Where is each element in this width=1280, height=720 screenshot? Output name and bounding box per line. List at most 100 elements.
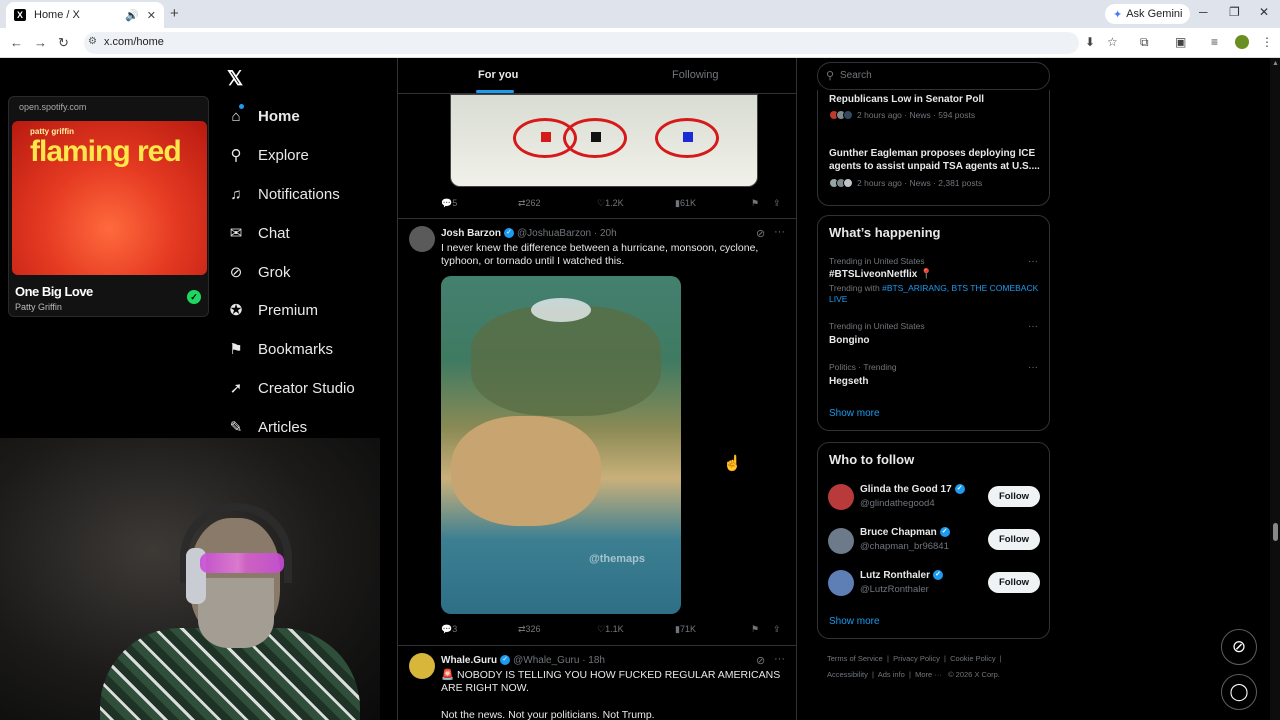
user-name[interactable]: Bruce Chapman ✓: [860, 527, 953, 538]
follow-button[interactable]: Follow: [988, 572, 1040, 593]
nav-bookmarks[interactable]: ⚑ Bookmarks: [228, 341, 333, 358]
section-title: Who to follow: [829, 452, 915, 467]
nav-creator-studio[interactable]: ➚ Creator Studio: [228, 380, 355, 397]
more-icon[interactable]: ···: [1028, 362, 1038, 373]
more-icon[interactable]: ···: [774, 226, 785, 238]
post-media[interactable]: [450, 94, 758, 187]
album-title: flaming red: [30, 135, 182, 168]
section-title: What’s happening: [829, 225, 941, 240]
author-name[interactable]: Whale.Guru: [441, 655, 497, 666]
trend-name[interactable]: #BTSLiveonNetflix 📍: [829, 269, 933, 280]
more-icon[interactable]: ···: [774, 653, 785, 665]
like-button[interactable]: ♡ 1.1K: [597, 624, 624, 635]
media-icon[interactable]: ≡: [1211, 35, 1218, 49]
news-title[interactable]: Gunther Eagleman proposes deploying ICE …: [829, 147, 1044, 173]
reply-button[interactable]: 💬 3: [441, 624, 457, 635]
more-icon[interactable]: ···: [1028, 321, 1038, 332]
footer-link[interactable]: Terms of Service: [827, 654, 883, 663]
reload-icon[interactable]: ↻: [58, 35, 69, 51]
x-logo-icon[interactable]: 𝕏: [227, 66, 243, 91]
forward-icon[interactable]: →: [34, 35, 47, 50]
avatar[interactable]: [828, 484, 854, 510]
user-name[interactable]: Lutz Ronthaler ✓: [860, 570, 946, 581]
author-handle[interactable]: @Whale_Guru: [513, 655, 579, 666]
tab-following[interactable]: Following: [672, 69, 718, 81]
grok-icon[interactable]: ⊘: [756, 654, 765, 667]
nav-grok[interactable]: ⊘ Grok: [228, 264, 291, 281]
footer-link[interactable]: Ads info: [878, 670, 905, 679]
avatar[interactable]: [409, 226, 435, 252]
more-icon[interactable]: ···: [1028, 256, 1038, 267]
follow-button[interactable]: Follow: [988, 486, 1040, 507]
spotify-mini-player[interactable]: open.spotify.com patty griffin flaming r…: [8, 96, 209, 317]
scrollbar[interactable]: ▲: [1270, 58, 1280, 720]
footer-link[interactable]: Accessibility: [827, 670, 868, 679]
url-field[interactable]: ⚙ x.com/home: [84, 32, 1079, 54]
show-more-link[interactable]: Show more: [829, 408, 880, 419]
user-name[interactable]: Glinda the Good 17 ✓: [860, 484, 968, 495]
follow-button[interactable]: Follow: [988, 529, 1040, 550]
trend-name[interactable]: Hegseth: [829, 376, 868, 387]
grok-floating-button[interactable]: ⊘: [1221, 629, 1257, 665]
ask-gemini-button[interactable]: ✦ Ask Gemini: [1105, 4, 1191, 24]
extensions-icon[interactable]: ⧉: [1140, 35, 1149, 50]
close-tab-icon[interactable]: ✕: [147, 9, 156, 22]
like-count: 1.2K: [605, 198, 624, 208]
post-time[interactable]: · 20h: [594, 228, 617, 239]
minimize-icon[interactable]: ─: [1199, 5, 1208, 19]
nav-articles[interactable]: ✎ Articles: [228, 419, 307, 436]
share-icon[interactable]: ⇪: [773, 624, 781, 635]
nav-home[interactable]: ⌂ Home: [228, 108, 299, 125]
restore-icon[interactable]: ❐: [1229, 5, 1240, 19]
footer-link[interactable]: Cookie Policy: [950, 654, 995, 663]
author-handle[interactable]: @JoshuaBarzon: [517, 228, 591, 239]
scroll-up-icon[interactable]: ▲: [1272, 60, 1279, 67]
author-name[interactable]: Josh Barzon: [441, 228, 501, 239]
show-more-link[interactable]: Show more: [829, 616, 880, 627]
chat-floating-button[interactable]: ◯: [1221, 674, 1257, 710]
saved-check-icon[interactable]: ✓: [187, 290, 201, 304]
user-handle: @glindathegood4: [860, 498, 935, 509]
repost-button[interactable]: ⇄ 326: [518, 624, 541, 635]
avatar[interactable]: [828, 528, 854, 554]
avatar[interactable]: [409, 653, 435, 679]
nav-premium[interactable]: ✪ Premium: [228, 302, 318, 319]
sidepanel-icon[interactable]: ▣: [1175, 35, 1186, 49]
browser-tab[interactable]: X Home / X 🔊 ✕: [6, 2, 164, 28]
post-media-map[interactable]: @themaps: [441, 276, 681, 614]
search-input[interactable]: ⚲ Search: [817, 62, 1050, 90]
grok-icon[interactable]: ⊘: [756, 227, 765, 240]
tab-for-you[interactable]: For you: [478, 69, 518, 81]
views-button[interactable]: ▮ 71K: [675, 624, 696, 635]
avatar[interactable]: [828, 570, 854, 596]
reply-button[interactable]: 💬 5: [441, 198, 457, 209]
nav-notifications[interactable]: ♫ Notifications: [228, 186, 339, 203]
back-icon[interactable]: ←: [10, 35, 23, 50]
bookmark-icon[interactable]: ⚑: [751, 198, 759, 209]
close-window-icon[interactable]: ✕: [1259, 5, 1269, 19]
repost-button[interactable]: ⇄ 262: [518, 198, 541, 209]
new-tab-icon[interactable]: +: [170, 5, 179, 22]
gemini-icon: ✦: [1113, 8, 1123, 21]
trend-with-prefix: Trending with: [829, 283, 880, 293]
site-info-icon[interactable]: ⚙: [88, 36, 97, 47]
bookmark-icon[interactable]: ⚑: [751, 624, 759, 635]
nav-explore[interactable]: ⚲ Explore: [228, 147, 309, 164]
nav-chat[interactable]: ✉ Chat: [228, 225, 290, 242]
post-divider: [398, 218, 796, 219]
like-button[interactable]: ♡ 1.2K: [597, 198, 624, 209]
menu-icon[interactable]: ⋮: [1261, 35, 1273, 49]
share-icon[interactable]: ⇪: [773, 198, 781, 209]
footer-link[interactable]: More ···: [915, 670, 942, 679]
speaker-icon[interactable]: 🔊: [125, 9, 139, 22]
news-title[interactable]: Republicans Low in Senator Poll: [829, 93, 1044, 106]
trend-name[interactable]: Bongino: [829, 335, 870, 346]
profile-avatar[interactable]: [1235, 35, 1249, 49]
post-time[interactable]: · 18h: [582, 655, 605, 666]
footer-link[interactable]: Privacy Policy: [893, 654, 940, 663]
timeline[interactable]: For you Following 💬 5 ⇄ 262 ♡ 1.2K ▮ 61K…: [397, 58, 797, 720]
views-button[interactable]: ▮ 61K: [675, 198, 696, 209]
star-icon[interactable]: ☆: [1107, 35, 1118, 49]
install-icon[interactable]: ⬇: [1085, 35, 1095, 49]
scrollbar-thumb[interactable]: [1273, 523, 1278, 541]
